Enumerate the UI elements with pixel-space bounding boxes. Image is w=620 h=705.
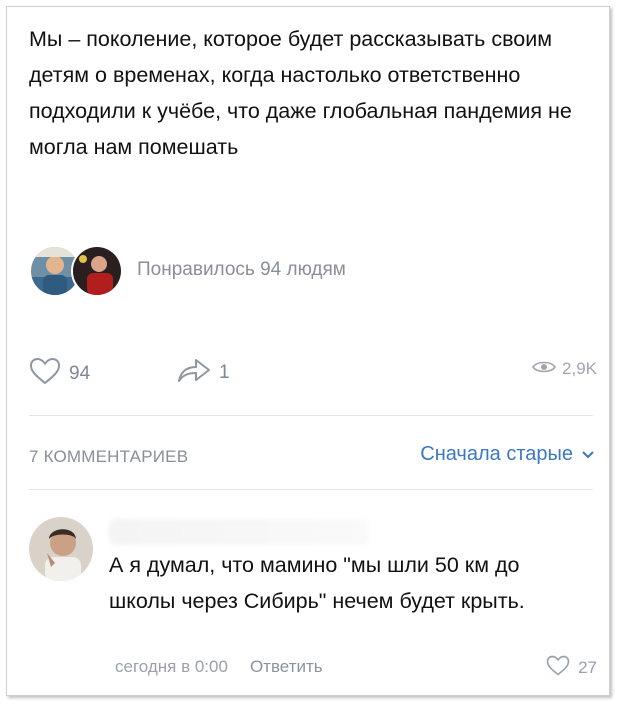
eye-icon — [532, 359, 556, 379]
comment-like-count: 27 — [578, 658, 597, 677]
share-icon — [177, 357, 211, 389]
views-counter: 2,9K — [532, 359, 597, 379]
commenter-name-blurred[interactable] — [109, 519, 369, 545]
reply-button[interactable]: Ответить — [250, 657, 323, 677]
divider — [29, 489, 593, 490]
comment-meta: сегодня в 0:00 Ответить — [115, 657, 323, 677]
views-count: 2,9K — [562, 359, 597, 378]
divider — [29, 415, 593, 416]
liked-by-text[interactable]: Понравилось 94 людям — [137, 259, 346, 281]
commenter-avatar[interactable] — [29, 517, 93, 581]
comment-text: А я думал, что мамино "мы шли 50 км до ш… — [109, 553, 525, 613]
chevron-down-icon — [581, 443, 595, 466]
comment-time: сегодня в 0:00 — [115, 657, 228, 676]
comments-count: 7 КОММЕНТАРИЕВ — [29, 447, 189, 466]
comment-like-button[interactable]: 27 — [546, 655, 597, 681]
heart-icon — [546, 655, 570, 681]
sort-dropdown[interactable]: Сначала старые — [420, 443, 595, 466]
like-button[interactable]: 94 — [29, 357, 90, 391]
like-count: 94 — [69, 363, 91, 384]
avatar[interactable] — [71, 245, 123, 297]
sort-label: Сначала старые — [420, 443, 573, 465]
post-card: Мы – поколение, которое будет рассказыва… — [6, 6, 610, 696]
share-button[interactable]: 1 — [177, 357, 230, 389]
liked-by-avatars[interactable] — [29, 245, 129, 297]
heart-icon — [29, 357, 61, 391]
post-text: Мы – поколение, которое будет рассказыва… — [29, 27, 572, 159]
share-count: 1 — [219, 362, 230, 383]
